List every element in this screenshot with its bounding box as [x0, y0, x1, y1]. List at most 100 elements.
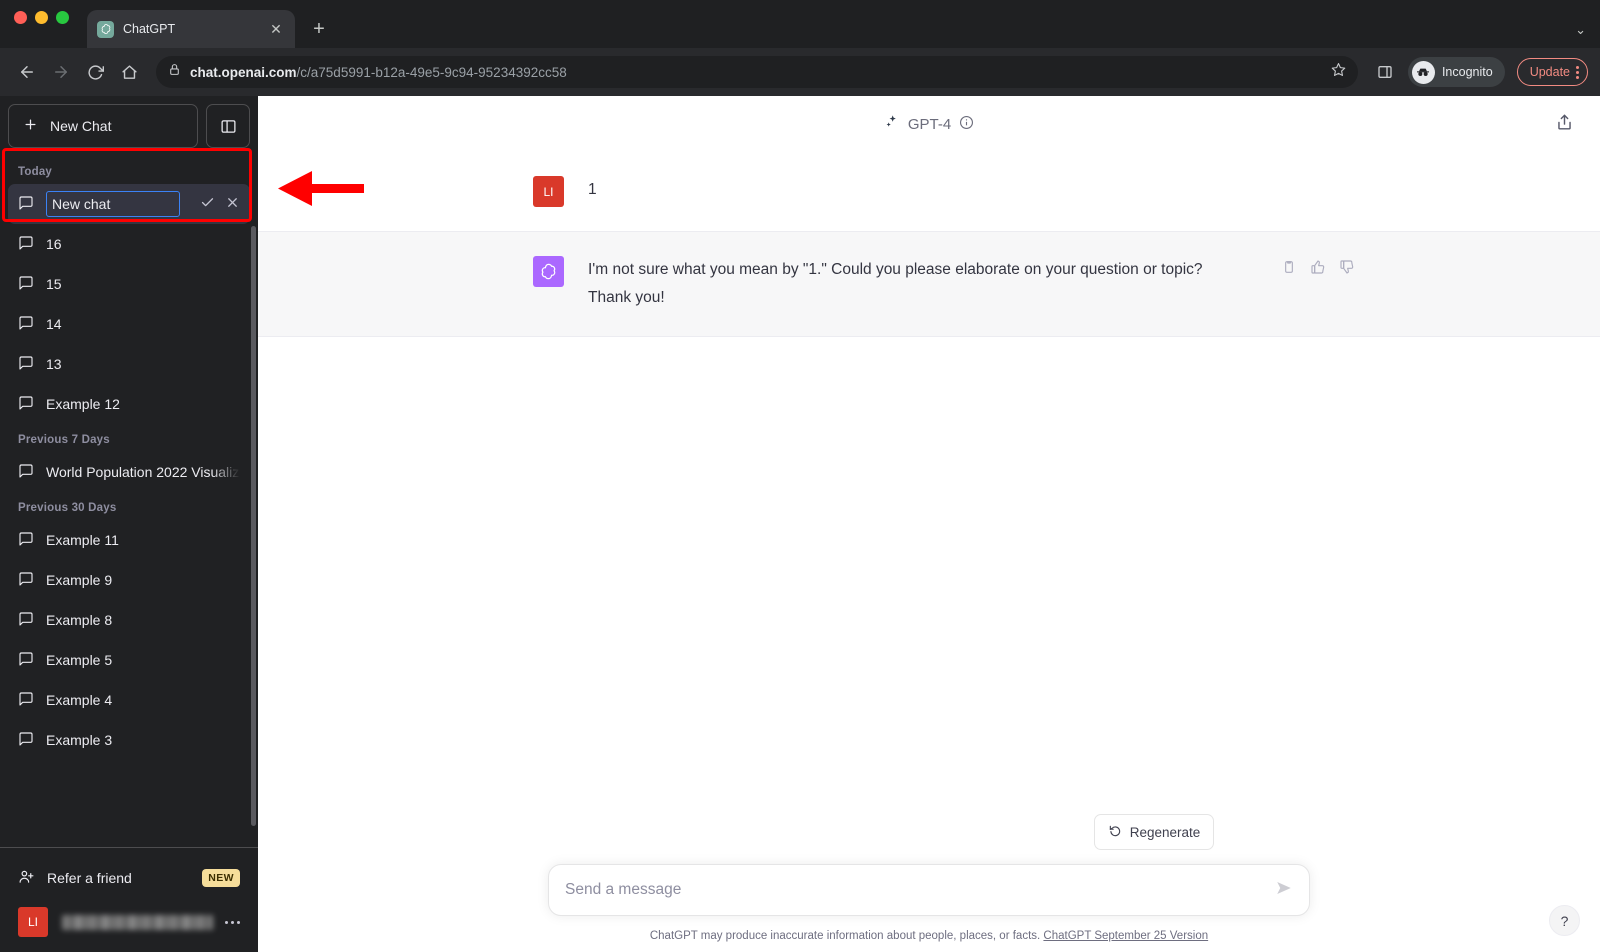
sparkles-icon: [884, 114, 900, 134]
message-actions: [1281, 256, 1355, 312]
regenerate-button[interactable]: Regenerate: [1093, 814, 1215, 850]
window-traffic-lights: [14, 0, 69, 48]
conversation-item-rename[interactable]: [8, 184, 250, 224]
conversation-item[interactable]: 16: [8, 224, 250, 264]
incognito-icon: [1411, 60, 1435, 84]
chat-bubble-icon: [18, 691, 34, 710]
chat-bubble-icon: [18, 395, 34, 414]
refresh-icon: [1108, 824, 1122, 841]
arrow-left-icon[interactable]: [12, 57, 42, 87]
message-input[interactable]: [565, 881, 1275, 899]
account-name-redacted: [62, 914, 213, 930]
model-label: GPT-4: [907, 115, 952, 133]
regenerate-row: Regenerate: [258, 814, 1600, 864]
group-label-today: Today: [18, 166, 53, 178]
ellipsis-icon[interactable]: [225, 920, 240, 924]
message-text: 1: [588, 181, 597, 198]
arrow-right-icon[interactable]: [46, 57, 76, 87]
close-icon[interactable]: ✕: [267, 20, 285, 38]
chat-bubble-icon: [18, 355, 34, 374]
conversation-item[interactable]: Example 9: [8, 560, 250, 600]
avatar: LI: [18, 907, 48, 937]
message-composer[interactable]: [548, 864, 1310, 916]
chat-bubble-icon: [18, 611, 34, 630]
message-body: I'm not sure what you mean by "1." Could…: [588, 256, 1203, 312]
thumbs-up-icon[interactable]: [1310, 259, 1326, 280]
conversation-item[interactable]: Example 12: [8, 384, 250, 424]
conversation-item[interactable]: Example 11: [8, 520, 250, 560]
copy-icon[interactable]: [1281, 259, 1297, 280]
conversation-item-label: Example 8: [46, 612, 113, 628]
chat-bubble-icon: [18, 275, 34, 294]
conversation-item-label: Example 9: [46, 572, 113, 588]
openai-logo-icon: [97, 20, 114, 38]
help-button[interactable]: ?: [1549, 905, 1580, 936]
conversation-item[interactable]: Example 3: [8, 720, 250, 760]
star-icon[interactable]: [1331, 62, 1346, 82]
sidebar-footer: Refer a friend NEW LI: [0, 847, 258, 952]
page-content: New Chat Today New chat 16 15 14 13 Exam…: [0, 96, 1600, 952]
conversation-item[interactable]: 13: [8, 344, 250, 384]
conversation-item-label: Example 3: [46, 732, 113, 748]
conversation-item[interactable]: Example 8: [8, 600, 250, 640]
regenerate-label: Regenerate: [1129, 824, 1201, 840]
chat-bubble-icon: [18, 651, 34, 670]
new-chat-button[interactable]: New Chat: [8, 104, 198, 148]
conversation-item[interactable]: 14: [8, 304, 250, 344]
kebab-menu-icon[interactable]: [1576, 65, 1579, 79]
close-icon[interactable]: [225, 195, 240, 213]
incognito-profile-button[interactable]: Incognito: [1407, 57, 1505, 87]
openai-logo-icon: [533, 256, 564, 287]
footer-text: ChatGPT may produce inaccurate informati…: [649, 930, 1041, 942]
minimize-window-button[interactable]: [35, 10, 48, 24]
conversation-item-label: Example 4: [46, 692, 113, 708]
conversation-item[interactable]: Example 4: [8, 680, 250, 720]
composer-area: Regenerate ChatGPT may produce inaccurat…: [258, 814, 1600, 952]
chat-bubble-icon: [18, 235, 34, 254]
model-selector[interactable]: GPT-4: [884, 114, 974, 134]
thumbs-down-icon[interactable]: [1339, 259, 1355, 280]
browser-tab[interactable]: ChatGPT ✕: [87, 10, 295, 48]
address-bar[interactable]: chat.openai.com/c/a75d5991-b12a-49e5-9c9…: [156, 56, 1358, 88]
update-label: Update: [1529, 65, 1570, 79]
sidebar-scrollbar[interactable]: [251, 226, 256, 826]
close-window-button[interactable]: [14, 10, 27, 24]
home-icon[interactable]: [114, 57, 144, 87]
chat-bubble-icon: [18, 571, 34, 590]
maximize-window-button[interactable]: [56, 10, 69, 24]
send-icon[interactable]: [1275, 879, 1293, 902]
conversation-item[interactable]: World Population 2022 Visualized: [8, 452, 250, 492]
share-icon[interactable]: [1555, 113, 1574, 137]
check-icon[interactable]: [200, 195, 215, 213]
message-paragraph: I'm not sure what you mean by "1." Could…: [588, 261, 1203, 278]
conversation-item-label: 13: [46, 356, 62, 372]
panel-collapse-icon[interactable]: [206, 104, 250, 148]
conversation-rename-input[interactable]: [46, 191, 180, 217]
person-add-icon: [18, 868, 35, 888]
update-button[interactable]: Update: [1516, 58, 1588, 86]
conversation-list[interactable]: Today New chat 16 15 14 13 Example 12 Pr…: [0, 156, 258, 847]
conversation-item[interactable]: 15: [8, 264, 250, 304]
info-icon[interactable]: [959, 115, 974, 134]
refer-a-friend-button[interactable]: Refer a friend NEW: [8, 856, 250, 900]
chat-bubble-icon: [18, 195, 34, 214]
chat-main: GPT-4 LI 1 I'm not sure what you mean by…: [258, 96, 1600, 952]
new-chat-label: New Chat: [50, 118, 112, 134]
refer-a-friend-label: Refer a friend: [47, 870, 132, 886]
new-tab-button[interactable]: +: [305, 15, 333, 43]
browser-window: ChatGPT ✕ + ⌄ chat.openai.com/c/a75d5991…: [0, 0, 1600, 952]
version-link[interactable]: ChatGPT September 25 Version: [1043, 930, 1208, 942]
browser-tabstrip: ChatGPT ✕ + ⌄: [0, 0, 1600, 48]
sidebar: New Chat Today New chat 16 15 14 13 Exam…: [0, 96, 258, 952]
conversation-item[interactable]: Example 5: [8, 640, 250, 680]
sidebar-header: New Chat: [0, 96, 258, 156]
conversation-item-label: World Population 2022 Visualized: [46, 464, 240, 480]
reload-icon[interactable]: [80, 57, 110, 87]
incognito-label: Incognito: [1441, 65, 1493, 79]
side-panel-icon[interactable]: [1370, 57, 1400, 87]
url-host: chat.openai.com: [190, 64, 297, 80]
conversation-item-label: Example 11: [46, 532, 119, 548]
chevron-down-icon[interactable]: ⌄: [1575, 22, 1586, 38]
account-row[interactable]: LI: [8, 900, 250, 944]
chat-bubble-icon: [18, 315, 34, 334]
